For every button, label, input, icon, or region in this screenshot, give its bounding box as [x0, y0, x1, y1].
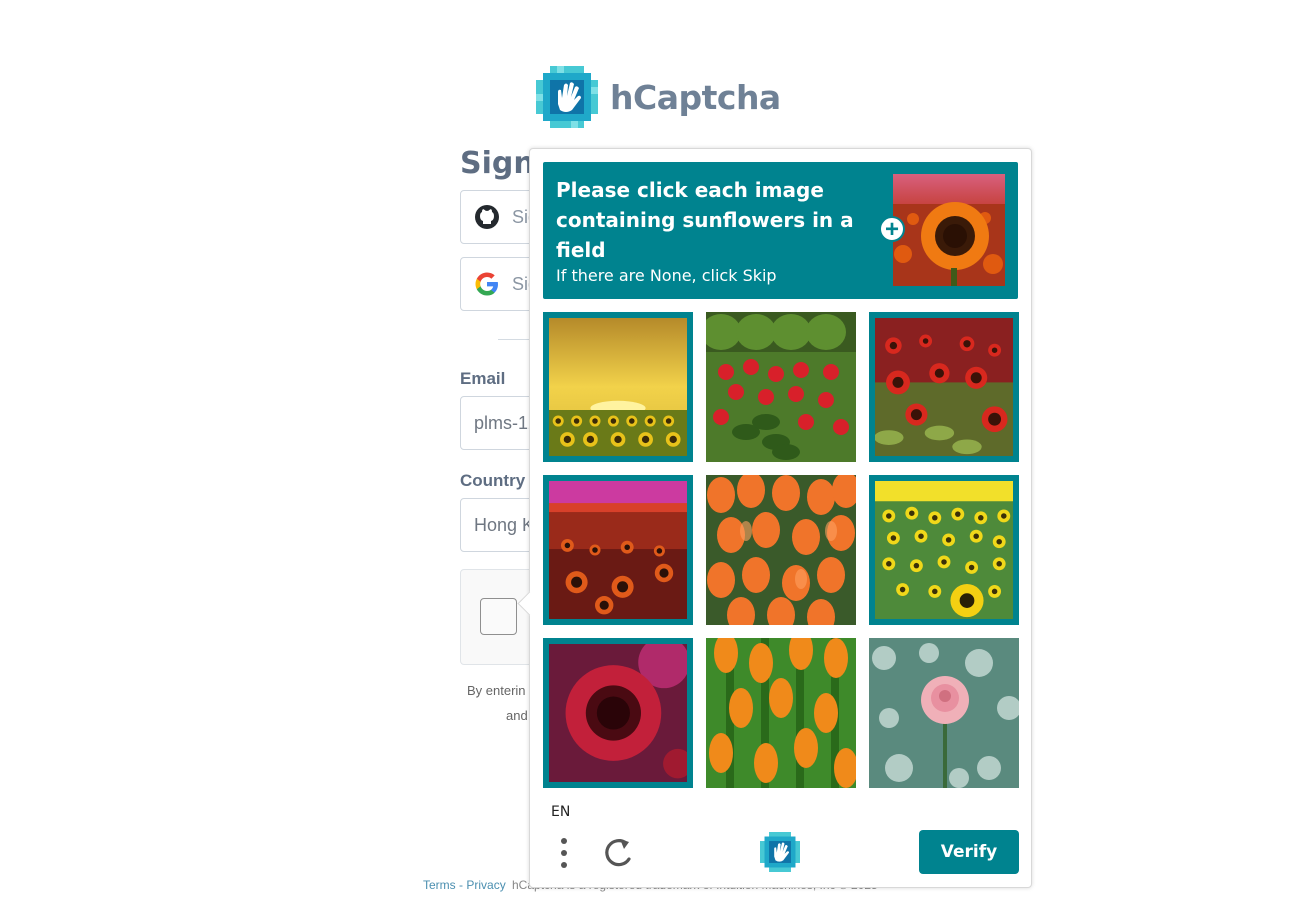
example-image[interactable] [893, 174, 1005, 286]
tile-image [875, 481, 1013, 619]
brand-name: hCaptcha [610, 77, 781, 117]
image-tile-yellow-sunflower-field[interactable] [869, 475, 1019, 625]
tile-image [549, 318, 687, 456]
image-tile-red-sunflowers-pink-sky[interactable] [543, 475, 693, 625]
tile-image [706, 638, 856, 788]
email-label: Email [460, 369, 506, 388]
tile-image [875, 318, 1013, 456]
more-vertical-icon[interactable] [554, 835, 574, 871]
image-tile-orange-tulips-green[interactable] [706, 638, 856, 788]
github-icon [475, 205, 499, 229]
google-icon [475, 272, 498, 296]
footer-separator: - [459, 878, 464, 892]
image-tile-pink-rose[interactable] [869, 638, 1019, 788]
privacy-link[interactable]: Privacy [466, 878, 505, 892]
captcha-challenge: Please click each image containing sunfl… [517, 148, 1032, 888]
tile-image [549, 644, 687, 782]
hcaptcha-logo: hCaptcha [536, 66, 781, 128]
image-tile-sunflower-field-sunset[interactable] [543, 312, 693, 462]
challenge-prompt: Please click each image containing sunfl… [543, 162, 1018, 299]
plus-icon[interactable]: + [879, 216, 905, 242]
challenge-grid [543, 312, 1019, 788]
legal-text-line2: and [506, 708, 528, 723]
captcha-checkbox[interactable] [480, 598, 517, 635]
prompt-hint: If there are None, click Skip [556, 266, 777, 285]
image-tile-orange-tulips[interactable] [706, 475, 856, 625]
tile-image [706, 312, 856, 462]
terms-link[interactable]: Terms [423, 878, 456, 892]
hcaptcha-hand-icon [536, 66, 598, 128]
prompt-text: Please click each image containing sunfl… [556, 178, 854, 262]
image-tile-red-roses-bushes[interactable] [706, 312, 856, 462]
hcaptcha-hand-icon [760, 832, 800, 872]
image-tile-red-sunflowers-field[interactable] [869, 312, 1019, 462]
country-value: Hong K [474, 514, 535, 535]
refresh-icon[interactable] [604, 835, 636, 869]
legal-text-line1: By enterin [467, 683, 526, 698]
tile-image [549, 481, 687, 619]
form-title: Sign [460, 146, 535, 181]
image-tile-red-sunflower-closeup[interactable] [543, 638, 693, 788]
footer-links: Terms - Privacy [423, 878, 506, 892]
verify-button[interactable]: Verify [919, 830, 1019, 874]
country-label: Country [460, 471, 526, 490]
tile-image [869, 638, 1019, 788]
language-selector[interactable]: EN [551, 804, 570, 820]
tile-image [706, 475, 856, 625]
